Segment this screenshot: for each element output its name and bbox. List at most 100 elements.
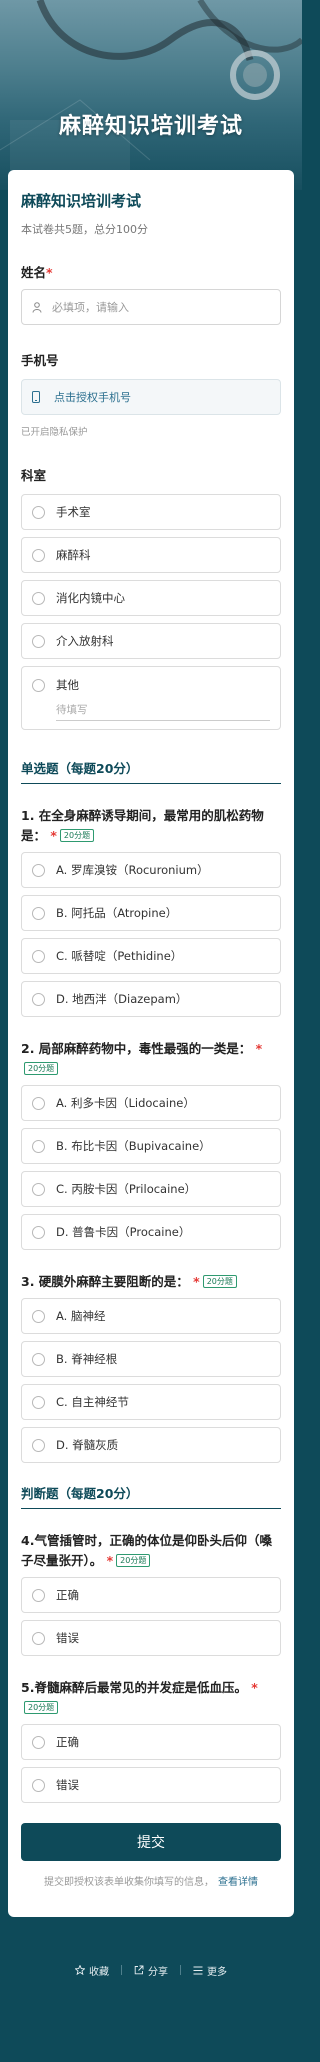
question-title: 5.脊髓麻醉后最常见的并发症是低血压。 xyxy=(21,1680,247,1695)
hero-title: 麻醉知识培训考试 xyxy=(58,114,243,139)
privacy-hint: 已开启隐私保护 xyxy=(21,427,88,438)
question-1: 1. 在全身麻醉诱导期间，最常用的肌松药物是： * 20分题 A. 罗库溴铵（Ro… xyxy=(21,806,281,1017)
department-option-other[interactable]: 其他 待填写 xyxy=(21,666,281,730)
radio-circle xyxy=(32,1735,45,1749)
share-button[interactable]: 分享 xyxy=(122,1963,180,1978)
authorize-phone-label: 点击授权手机号 xyxy=(54,391,131,404)
form-title: 麻醉知识培训考试 xyxy=(21,192,142,210)
option-label: C. 自主神经节 xyxy=(56,1395,129,1409)
department-label: 科室 xyxy=(21,468,47,483)
answer-option[interactable]: B. 布比卡因（Bupivacaine） xyxy=(21,1128,281,1164)
radio-circle xyxy=(32,548,45,562)
option-label: 消化内镜中心 xyxy=(56,591,125,605)
radio-circle xyxy=(32,906,45,920)
option-label: A. 罗库溴铵（Rocuronium） xyxy=(56,863,209,877)
answer-option[interactable]: 错误 xyxy=(21,1767,281,1803)
star-icon xyxy=(75,1965,85,1975)
answer-option[interactable]: 正确 xyxy=(21,1577,281,1613)
option-label: C. 哌替啶（Pethidine） xyxy=(56,949,183,963)
radio-circle xyxy=(32,1139,45,1153)
option-label: B. 脊神经根 xyxy=(56,1352,118,1366)
more-label: 更多 xyxy=(207,1966,227,1978)
option-label: B. 阿托品（Atropine） xyxy=(56,906,178,920)
answer-option[interactable]: A. 利多卡因（Lidocaine） xyxy=(21,1085,281,1121)
answer-option[interactable]: D. 地西泮（Diazepam） xyxy=(21,981,281,1017)
radio-circle xyxy=(32,863,45,877)
phone-question: 手机号 点击授权手机号 已开启隐私保护 xyxy=(21,351,281,438)
name-label: 姓名 xyxy=(21,265,47,280)
form-description: 本试卷共5题，总分100分 xyxy=(21,223,148,236)
stethoscope-image xyxy=(0,0,302,180)
option-label: D. 普鲁卡因（Procaine） xyxy=(56,1225,191,1239)
radio-circle xyxy=(32,1438,45,1452)
department-option[interactable]: 手术室 xyxy=(21,494,281,530)
option-label: 正确 xyxy=(56,1735,79,1749)
radio-circle xyxy=(32,1395,45,1409)
other-text-input[interactable]: 待填写 xyxy=(56,701,270,721)
option-label: C. 丙胺卡因（Prilocaine） xyxy=(56,1182,197,1196)
option-label: A. 脑神经 xyxy=(56,1309,106,1323)
department-option[interactable]: 消化内镜中心 xyxy=(21,580,281,616)
question-3: 3. 硬膜外麻醉主要阻断的是： * 20分题 A. 脑神经 B. 脊神经根 C. … xyxy=(21,1272,281,1463)
answer-option[interactable]: A. 脑神经 xyxy=(21,1298,281,1334)
submit-notice: 提交即授权该表单收集你填写的信息， 查看详情 xyxy=(21,1873,281,1888)
section-true-false: 判断题（每题20分） xyxy=(21,1483,281,1509)
authorize-phone-button[interactable]: 点击授权手机号 xyxy=(21,379,281,415)
radio-circle xyxy=(32,1588,45,1602)
view-details-link[interactable]: 查看详情 xyxy=(218,1877,258,1888)
answer-option[interactable]: A. 罗库溴铵（Rocuronium） xyxy=(21,852,281,888)
radio-circle xyxy=(32,1225,45,1239)
favorite-button[interactable]: 收藏 xyxy=(63,1963,121,1978)
answer-option[interactable]: C. 哌替啶（Pethidine） xyxy=(21,938,281,974)
question-2: 2. 局部麻醉药物中，毒性最强的一类是： *20分题 A. 利多卡因（Lidoc… xyxy=(21,1039,281,1250)
name-question: 姓名* 必填项，请输入 xyxy=(21,263,281,325)
option-label: A. 利多卡因（Lidocaine） xyxy=(56,1096,195,1110)
radio-circle xyxy=(32,505,45,519)
radio-circle xyxy=(32,1352,45,1366)
submit-notice-text: 提交即授权该表单收集你填写的信息， xyxy=(44,1877,214,1888)
answer-option[interactable]: 错误 xyxy=(21,1620,281,1656)
answer-option[interactable]: 正确 xyxy=(21,1724,281,1760)
hero-banner: 麻醉知识培训考试 xyxy=(0,0,302,190)
department-option[interactable]: 介入放射科 xyxy=(21,623,281,659)
radio-circle xyxy=(32,678,45,692)
required-mark: * xyxy=(46,265,53,280)
option-label: 介入放射科 xyxy=(56,634,114,648)
person-icon xyxy=(32,301,44,313)
answer-option[interactable]: D. 普鲁卡因（Procaine） xyxy=(21,1214,281,1250)
form-card: 麻醉知识培训考试 本试卷共5题，总分100分 姓名* 必填项，请输入 手机号 点… xyxy=(8,170,294,1917)
answer-option[interactable]: C. 丙胺卡因（Prilocaine） xyxy=(21,1171,281,1207)
option-label: 手术室 xyxy=(56,505,91,519)
submit-button[interactable]: 提交 xyxy=(21,1823,281,1861)
answer-option[interactable]: B. 阿托品（Atropine） xyxy=(21,895,281,931)
radio-circle xyxy=(32,591,45,605)
option-label: D. 地西泮（Diazepam） xyxy=(56,992,188,1006)
phone-label: 手机号 xyxy=(21,353,59,368)
more-button[interactable]: 更多 xyxy=(181,1963,239,1978)
radio-circle xyxy=(32,1309,45,1323)
share-icon xyxy=(134,1965,144,1975)
score-badge: 20分题 xyxy=(59,829,95,842)
answer-option[interactable]: D. 脊髓灰质 xyxy=(21,1427,281,1463)
radio-circle xyxy=(32,949,45,963)
radio-circle xyxy=(32,634,45,648)
score-badge: 20分题 xyxy=(24,1701,59,1714)
option-label: 错误 xyxy=(56,1778,79,1792)
department-option[interactable]: 麻醉科 xyxy=(21,537,281,573)
share-label: 分享 xyxy=(148,1966,168,1978)
option-label: D. 脊髓灰质 xyxy=(56,1438,119,1452)
question-4: 4.气管插管时，正确的体位是仰卧头后仰（嗓子尽量张开）。 * 20分题 正确 错误 xyxy=(21,1531,281,1656)
score-badge: 20分题 xyxy=(116,1554,151,1567)
question-title: 3. 硬膜外麻醉主要阻断的是： xyxy=(21,1274,189,1289)
radio-circle xyxy=(32,1182,45,1196)
department-question: 科室 手术室 麻醉科 消化内镜中心 介入放射科 其他 待填写 xyxy=(21,466,281,730)
answer-option[interactable]: B. 脊神经根 xyxy=(21,1341,281,1377)
footer-bar: 收藏 分享 更多 xyxy=(0,1960,302,1980)
option-label: 错误 xyxy=(56,1631,79,1645)
option-label: 正确 xyxy=(56,1588,79,1602)
menu-icon xyxy=(193,1966,203,1975)
question-5: 5.脊髓麻醉后最常见的并发症是低血压。 *20分题 正确 错误 xyxy=(21,1678,281,1803)
answer-option[interactable]: C. 自主神经节 xyxy=(21,1384,281,1420)
radio-circle xyxy=(32,1096,45,1110)
name-input[interactable]: 必填项，请输入 xyxy=(21,289,281,325)
